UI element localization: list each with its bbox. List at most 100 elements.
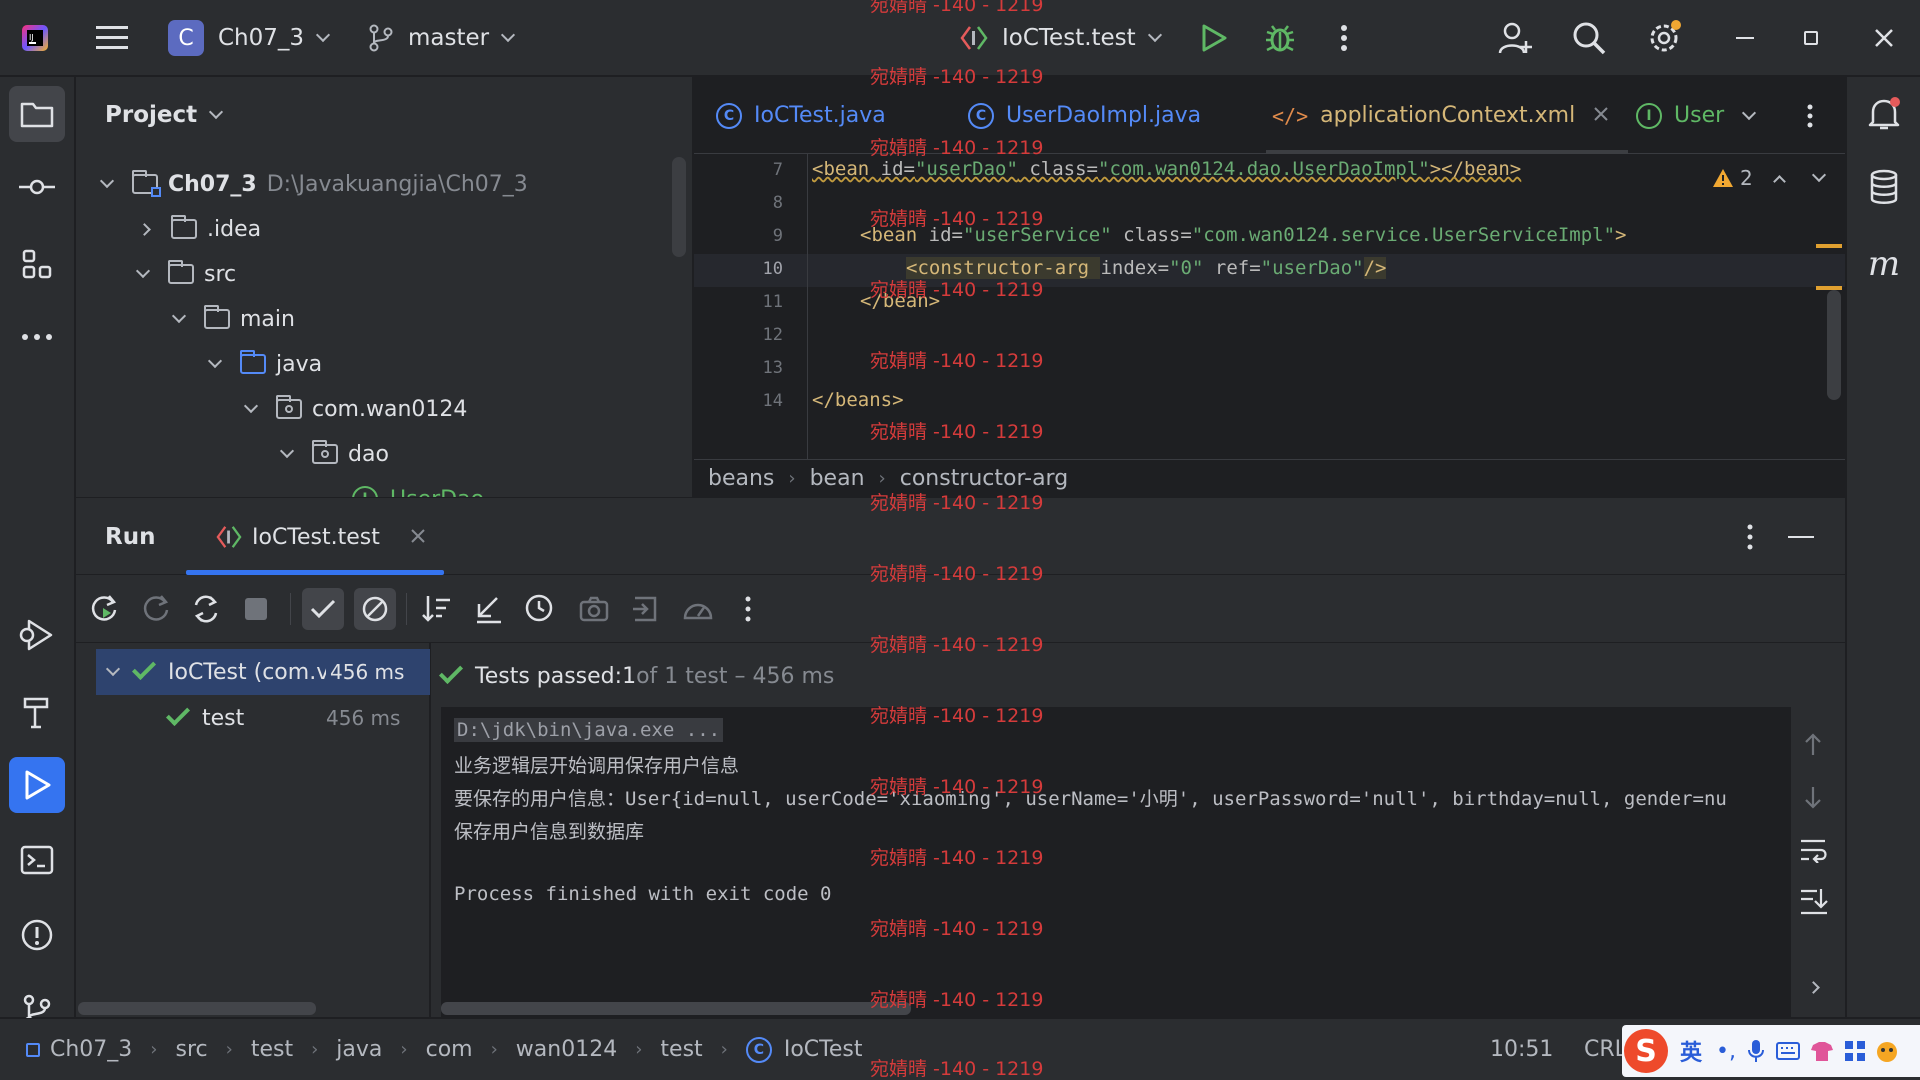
run-toolbar-more-icon[interactable]: [730, 591, 766, 627]
tab-ioctest[interactable]: C IoCTest.java: [716, 77, 886, 154]
test-tree-row-ioctest[interactable]: IoCTest (com.v 456 ms: [96, 649, 430, 695]
tree-item-idea[interactable]: .idea: [138, 209, 261, 249]
next-highlight-icon[interactable]: [1811, 167, 1826, 183]
nav-path-item[interactable]: Ch07_3: [50, 1037, 132, 1062]
run-tool-icon[interactable]: [9, 757, 65, 813]
mascot-icon[interactable]: [1874, 1039, 1900, 1063]
project-scrollbar[interactable]: [672, 157, 686, 257]
minimize-window-icon[interactable]: [1736, 0, 1754, 76]
code-editor[interactable]: 7 8 9 10 11 12 13 14 <bean id="userDao" …: [694, 154, 1845, 459]
run-config-selector[interactable]: IoCTest.test: [960, 0, 1162, 76]
tab-applicationcontext[interactable]: </> applicationContext.xml: [1272, 77, 1609, 154]
inspection-widget[interactable]: 2: [1712, 166, 1826, 190]
close-tab-icon[interactable]: [1593, 103, 1609, 128]
tab-userdaoimpl[interactable]: C UserDaoImpl.java: [968, 77, 1201, 154]
previous-highlight-icon[interactable]: [1772, 174, 1786, 188]
branch-switcher[interactable]: master: [368, 0, 516, 76]
main-menu-icon[interactable]: [96, 0, 128, 76]
structure-tool-icon[interactable]: [9, 236, 65, 292]
editor-breadcrumb: beans › bean › constructor-arg: [694, 459, 1845, 497]
notifications-bell-icon[interactable]: [1856, 86, 1912, 142]
problems-tool-icon[interactable]: [9, 907, 65, 963]
breadcrumb-item[interactable]: constructor-arg: [900, 466, 1068, 491]
toggle-auto-test-icon[interactable]: [188, 591, 224, 627]
tree-item-java[interactable]: java: [207, 344, 322, 384]
nav-path-item[interactable]: IoCTest: [784, 1037, 863, 1062]
ime-toolbar[interactable]: S 英 •,: [1622, 1025, 1920, 1077]
search-icon[interactable]: [1572, 0, 1606, 76]
tree-item-userdao[interactable]: I UserDao: [352, 479, 484, 497]
keyboard-icon[interactable]: [1776, 1041, 1800, 1061]
scroll-to-end-icon[interactable]: [1799, 887, 1829, 919]
test-history-icon[interactable]: [522, 591, 558, 627]
scroll-up-icon[interactable]: [1803, 733, 1823, 761]
error-stripe-mark[interactable]: [1816, 286, 1842, 290]
caret-position[interactable]: 10:51: [1490, 1037, 1553, 1062]
tree-item-root[interactable]: Ch07_3 D:\Javakuangjia\Ch07_3: [99, 164, 528, 204]
run-panel-more-icon[interactable]: [1746, 523, 1754, 555]
add-user-icon[interactable]: [1498, 0, 1532, 76]
more-tools-icon[interactable]: [9, 309, 65, 365]
services-tool-icon[interactable]: [9, 607, 65, 663]
build-hammer-icon[interactable]: [9, 683, 65, 739]
intellij-logo-icon[interactable]: IJ: [20, 0, 50, 76]
error-stripe-mark[interactable]: [1816, 244, 1842, 248]
tree-item-src[interactable]: src: [135, 254, 236, 294]
project-panel-header[interactable]: Project: [105, 77, 224, 153]
commit-tool-icon[interactable]: [9, 159, 65, 215]
export-icon[interactable]: [628, 591, 664, 627]
microphone-icon[interactable]: [1748, 1039, 1764, 1063]
nav-path-item[interactable]: test: [251, 1037, 293, 1062]
stop-icon[interactable]: [238, 591, 274, 627]
settings-gear-icon[interactable]: [1646, 0, 1682, 76]
terminal-tool-icon[interactable]: [9, 832, 65, 888]
test-tree-row-test[interactable]: test 456 ms: [165, 695, 430, 741]
tabs-dropdown-button[interactable]: [1741, 77, 1757, 154]
editor-more-icon[interactable]: [1806, 77, 1814, 154]
restore-window-icon[interactable]: [1804, 0, 1818, 76]
scroll-down-icon[interactable]: [1803, 785, 1823, 813]
show-ignored-icon[interactable]: [354, 588, 396, 630]
close-window-icon[interactable]: [1874, 0, 1894, 76]
more-actions-icon[interactable]: [1340, 0, 1348, 76]
nav-path-item[interactable]: src: [176, 1037, 208, 1062]
maven-tool-icon[interactable]: m: [1856, 236, 1912, 292]
editor-scrollbar[interactable]: [1827, 290, 1841, 400]
punctuation-icon[interactable]: •,: [1716, 1039, 1736, 1064]
line-separator[interactable]: CRL: [1584, 1037, 1627, 1062]
close-tab-icon[interactable]: [410, 525, 426, 550]
tree-scrollbar[interactable]: [78, 1002, 316, 1015]
soft-wrap-icon[interactable]: [1799, 837, 1829, 867]
tab-ioctest-test[interactable]: IoCTest.test: [216, 498, 426, 576]
rerun-icon[interactable]: [86, 591, 122, 627]
tree-item-dao[interactable]: dao: [279, 434, 389, 474]
nav-path-item[interactable]: java: [336, 1037, 382, 1062]
database-tool-icon[interactable]: [1856, 159, 1912, 215]
nav-path-item[interactable]: com: [426, 1037, 473, 1062]
chevron-right-icon[interactable]: [1807, 977, 1820, 996]
coverage-icon[interactable]: [680, 591, 716, 627]
tab-user[interactable]: I User: [1636, 77, 1728, 154]
run-button[interactable]: [1200, 0, 1228, 76]
breadcrumb-item[interactable]: beans: [708, 466, 774, 491]
show-passed-icon[interactable]: [302, 588, 344, 630]
debug-button[interactable]: [1264, 0, 1296, 76]
console-output[interactable]: D:\jdk\bin\java.exe ... 业务逻辑层开始调用保存用户信息 …: [441, 707, 1791, 1017]
project-switcher[interactable]: C Ch07_3: [168, 0, 331, 76]
project-tool-icon[interactable]: [9, 86, 65, 142]
breadcrumb-item[interactable]: bean: [810, 466, 865, 491]
tree-item-package[interactable]: com.wan0124: [243, 389, 467, 429]
rerun-failed-icon[interactable]: [138, 591, 174, 627]
console-line[interactable]: D:\jdk\bin\java.exe ...: [454, 718, 724, 742]
tree-item-main[interactable]: main: [171, 299, 295, 339]
ime-language[interactable]: 英: [1680, 1035, 1702, 1067]
import-tests-icon[interactable]: [470, 591, 506, 627]
nav-path-item[interactable]: test: [660, 1037, 702, 1062]
skin-shirt-icon[interactable]: [1810, 1040, 1834, 1062]
hide-panel-icon[interactable]: [1788, 536, 1814, 538]
toolbox-icon[interactable]: [1844, 1040, 1866, 1062]
console-scrollbar[interactable]: [441, 1002, 911, 1015]
nav-path-item[interactable]: wan0124: [516, 1037, 617, 1062]
sort-icon[interactable]: [418, 591, 454, 627]
screenshot-icon[interactable]: [576, 591, 612, 627]
